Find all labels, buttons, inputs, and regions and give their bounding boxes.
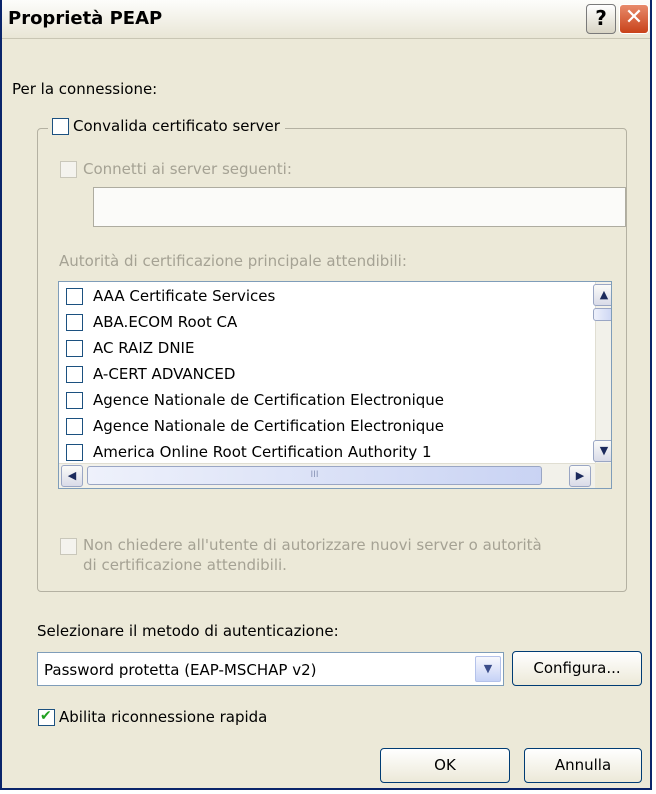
validate-cert-checkbox[interactable]	[52, 117, 69, 135]
list-item[interactable]: Agence Nationale de Certification Electr…	[66, 414, 444, 438]
list-item[interactable]: America Online Root Certification Author…	[66, 440, 432, 464]
list-item-checkbox[interactable]	[66, 417, 83, 435]
chevron-down-icon: ▼	[483, 662, 493, 675]
scroll-left-button[interactable]: ◀	[61, 465, 83, 487]
peap-properties-dialog: Proprietà PEAP ? ✕ Per la connessione: C…	[0, 0, 652, 790]
scroll-down-button[interactable]: ▼	[593, 440, 611, 462]
fast-reconnect-option[interactable]: Abilita riconnessione rapida	[38, 708, 267, 726]
thumb-grip-icon: III	[310, 470, 319, 480]
configure-button[interactable]: Configura...	[512, 651, 642, 686]
no-prompt-label-line1: Non chiedere all'utente di autorizzare n…	[83, 536, 542, 554]
list-item-label: AAA Certificate Services	[93, 287, 276, 305]
auth-method-select[interactable]: Password protetta (EAP-MSCHAP v2) ▼	[37, 652, 504, 686]
arrow-up-icon: ▲	[599, 288, 609, 301]
list-item-checkbox[interactable]	[66, 443, 83, 461]
connect-servers-option: Connetti ai server seguenti:	[60, 160, 292, 178]
scroll-corner	[595, 463, 611, 488]
trusted-ca-label: Autorità di certificazione principale at…	[59, 252, 407, 270]
list-item[interactable]: A-CERT ADVANCED	[66, 362, 235, 386]
no-prompt-option: Non chiedere all'utente di autorizzare n…	[60, 536, 542, 574]
auth-method-label: Selezionare il metodo di autenticazione:	[37, 622, 339, 640]
arrow-left-icon: ◀	[67, 469, 77, 482]
vertical-scroll-thumb[interactable]	[593, 308, 611, 321]
arrow-down-icon: ▼	[599, 444, 609, 457]
help-icon: ?	[595, 6, 607, 30]
trusted-ca-list[interactable]: AAA Certificate Services ABA.ECOM Root C…	[58, 281, 612, 489]
list-item-checkbox[interactable]	[66, 365, 83, 383]
close-button[interactable]: ✕	[619, 4, 649, 34]
window-title: Proprietà PEAP	[8, 8, 163, 29]
auth-method-selected: Password protetta (EAP-MSCHAP v2)	[44, 661, 317, 679]
list-item-label: Agence Nationale de Certification Electr…	[93, 391, 445, 409]
list-item-checkbox[interactable]	[66, 313, 83, 331]
list-item[interactable]: Agence Nationale de Certification Electr…	[66, 388, 444, 412]
vertical-scrollbar[interactable]: ▲ ▼	[593, 282, 611, 463]
list-item-label: America Online Root Certification Author…	[93, 443, 432, 461]
list-item-checkbox[interactable]	[66, 391, 83, 409]
list-item-label: A-CERT ADVANCED	[93, 365, 236, 383]
no-prompt-checkbox	[60, 538, 77, 555]
dropdown-button[interactable]: ▼	[475, 656, 501, 682]
close-icon: ✕	[624, 5, 644, 30]
scroll-right-button[interactable]: ▶	[569, 465, 591, 487]
help-button[interactable]: ?	[586, 4, 616, 34]
validate-cert-label: Convalida certificato server	[73, 117, 280, 135]
horizontal-scrollbar[interactable]: ◀ III ▶	[59, 463, 595, 488]
list-item[interactable]: AC RAIZ DNIE	[66, 336, 194, 360]
scroll-up-button[interactable]: ▲	[593, 284, 611, 306]
title-bar[interactable]: Proprietà PEAP ? ✕	[2, 0, 650, 39]
list-item-label: AC RAIZ DNIE	[93, 339, 195, 357]
server-names-field	[93, 187, 626, 227]
list-item-checkbox[interactable]	[66, 339, 83, 357]
list-item-label: ABA.ECOM Root CA	[93, 313, 238, 331]
no-prompt-label-line2: di certificazione attendibili.	[83, 556, 287, 574]
list-item-label: Agence Nationale de Certification Electr…	[93, 417, 445, 435]
cancel-button[interactable]: Annulla	[524, 748, 642, 783]
list-item-checkbox[interactable]	[66, 287, 83, 305]
ok-button[interactable]: OK	[380, 748, 510, 783]
connect-servers-checkbox	[60, 160, 77, 178]
fast-reconnect-label: Abilita riconnessione rapida	[59, 708, 268, 726]
horizontal-scroll-thumb[interactable]: III	[87, 466, 542, 485]
connection-label: Per la connessione:	[12, 80, 158, 98]
fast-reconnect-checkbox[interactable]	[38, 708, 55, 726]
connect-servers-label: Connetti ai server seguenti:	[83, 160, 292, 178]
arrow-right-icon: ▶	[575, 469, 585, 482]
validate-cert-option[interactable]: Convalida certificato server	[48, 117, 285, 135]
list-item[interactable]: ABA.ECOM Root CA	[66, 310, 237, 334]
list-item[interactable]: AAA Certificate Services	[66, 284, 275, 308]
